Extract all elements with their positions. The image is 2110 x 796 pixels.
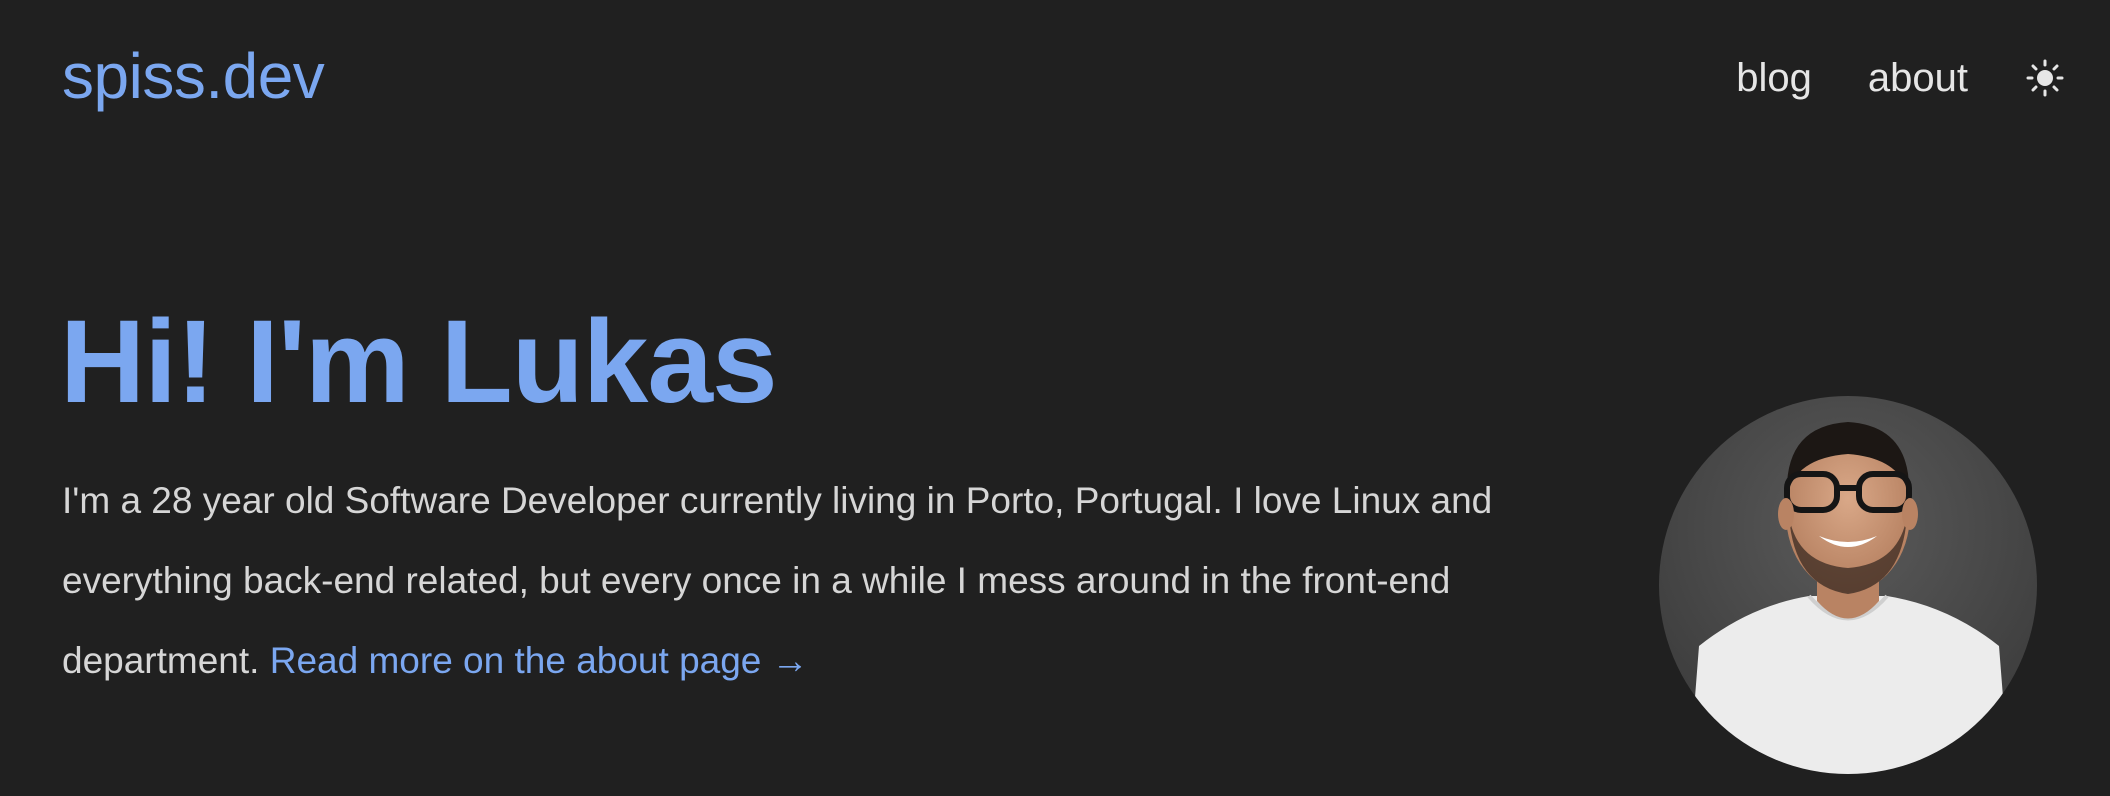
intro-paragraph: I'm a 28 year old Software Developer cur…: [62, 461, 1522, 701]
avatar: [1659, 396, 2037, 774]
theme-toggle-button[interactable]: [2024, 57, 2066, 99]
page: spiss.dev blog about Hi! I'm Lukas I'm a: [0, 0, 2110, 796]
sun-icon: [2026, 59, 2064, 97]
site-logo[interactable]: spiss.dev: [62, 36, 325, 116]
main-nav: blog about: [1736, 50, 2066, 106]
about-page-link[interactable]: Read more on the about page →: [270, 640, 809, 681]
hero-title: Hi! I'm Lukas: [60, 296, 778, 428]
nav-link-blog[interactable]: blog: [1736, 50, 1812, 106]
nav-link-about[interactable]: about: [1868, 50, 1968, 106]
profile-photo: [1659, 396, 2037, 774]
